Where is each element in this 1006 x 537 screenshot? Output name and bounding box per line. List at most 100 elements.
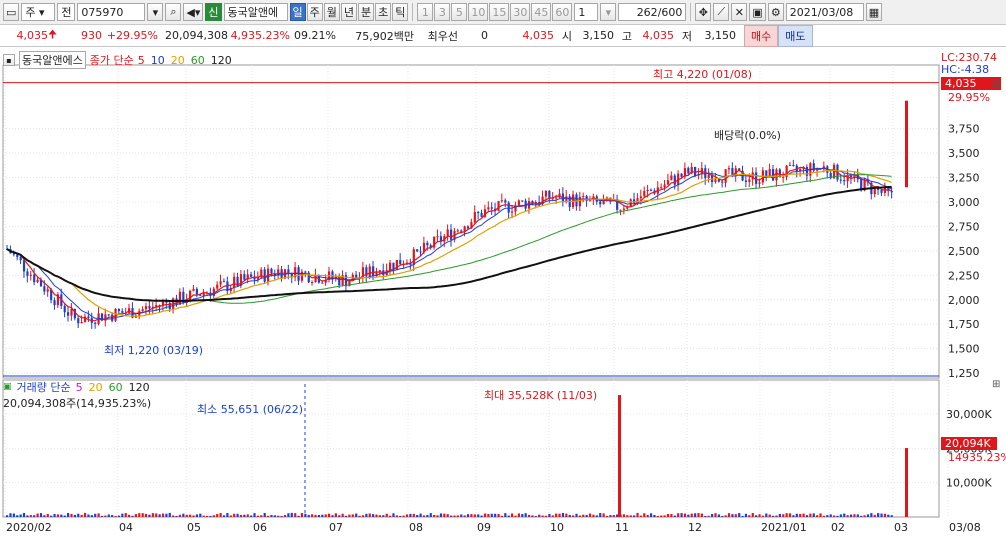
calendar-icon[interactable]: ▦ <box>865 3 883 21</box>
period-button-2[interactable]: 월 <box>323 3 340 21</box>
candle-body <box>141 309 144 312</box>
candle-body <box>680 173 683 177</box>
candle-body <box>673 175 676 185</box>
volume-bar <box>826 515 829 517</box>
volume-bar <box>568 514 571 517</box>
candle-body <box>195 288 199 295</box>
period-button-1[interactable]: 주 <box>306 3 323 21</box>
chevron-down-icon[interactable]: ▾ <box>600 3 617 21</box>
volume-bar <box>636 512 639 517</box>
period-button-4[interactable]: 분 <box>358 3 375 21</box>
interval-button-30[interactable]: 30 <box>510 3 531 21</box>
range-field[interactable]: 262/600 <box>618 3 687 21</box>
volume-bar <box>243 514 246 517</box>
volume-bar <box>178 514 182 517</box>
chart-layout-icon[interactable]: ▭ <box>3 3 20 21</box>
period-button-6[interactable]: 틱 <box>392 3 409 21</box>
volume-bar <box>236 513 239 517</box>
stock-chart[interactable]: 3,750 3,500 3,250 3,000 2,750 2,500 2,250 2,000… <box>0 47 1006 537</box>
chevron-down-icon[interactable]: ▾ <box>147 3 164 21</box>
up-arrow-icon: 🠉 <box>48 28 58 41</box>
volume-bar <box>453 515 456 517</box>
crosshair-icon[interactable]: ✥ <box>695 3 712 21</box>
volume-bar <box>26 515 29 517</box>
interval-button-5[interactable]: 5 <box>451 3 468 21</box>
candle-body <box>460 230 463 232</box>
candle-body <box>388 262 392 271</box>
y-tick-label: 3,750 <box>948 123 980 136</box>
period-button-5[interactable]: 초 <box>375 3 392 21</box>
legend-toggle-icon[interactable]: ▪ <box>3 54 15 66</box>
volume-bar <box>439 513 443 517</box>
save-icon[interactable]: ▣ <box>749 3 766 21</box>
last-price: 4,035 <box>522 29 555 42</box>
draw-tool-icon[interactable]: ⟋ <box>713 3 730 21</box>
volume-bar <box>531 515 534 517</box>
gear-icon[interactable]: ⚙ <box>767 3 784 21</box>
volume-bar <box>710 514 714 517</box>
interval-button-45[interactable]: 45 <box>531 3 552 21</box>
chevron-down-icon[interactable]: ⊞ <box>992 79 1000 90</box>
period-button-3[interactable]: 년 <box>340 3 358 21</box>
volume-bar <box>649 513 653 517</box>
volume-bar <box>755 515 758 517</box>
sell-button[interactable]: 매도 <box>778 24 813 47</box>
volume-max-note: 최대 35,528K (11/03) <box>484 389 597 402</box>
period-buttons: 일주월년분초틱 <box>289 3 409 21</box>
volume-bar <box>582 514 585 517</box>
y-tick-label: 1,500 <box>948 343 980 356</box>
quote-bar: 4,035 🠉 930 +29.95% 20,094,308 4,935.23%… <box>0 24 1006 47</box>
candle-body <box>666 180 670 185</box>
close-icon[interactable]: ✕ <box>731 3 748 21</box>
interval-button-15[interactable]: 15 <box>489 3 510 21</box>
volume-bar <box>731 514 734 517</box>
volume-bar <box>70 513 73 517</box>
candle-body <box>670 175 673 181</box>
volume-bar <box>209 515 212 517</box>
period-button-0[interactable]: 일 <box>289 3 306 21</box>
volume-bar <box>799 513 802 517</box>
candle-body <box>507 202 510 213</box>
candle-body <box>222 281 226 283</box>
y-tick-label: 3,250 <box>948 171 980 184</box>
volume-bar <box>219 513 222 517</box>
volume-bar <box>697 513 700 517</box>
volume-bar <box>541 515 544 517</box>
candle-body <box>450 229 453 240</box>
interval-spin[interactable]: 1 <box>574 3 599 21</box>
candle-body <box>775 169 778 181</box>
volume-bar <box>555 513 558 517</box>
candle-body <box>758 182 761 184</box>
x-tick-label: 12 <box>688 521 702 534</box>
interval-button-1[interactable]: 1 <box>417 3 434 21</box>
interval-button-60[interactable]: 60 <box>552 3 573 21</box>
market-select[interactable]: 주 ▾ <box>21 3 56 21</box>
volume-bar <box>602 513 605 517</box>
stock-code-input[interactable]: 075970 <box>77 3 146 21</box>
legend-ma-120: 120 <box>210 53 232 67</box>
volume-bar <box>714 513 717 517</box>
legend-ma-20: 20 <box>170 53 185 67</box>
interval-button-3[interactable]: 3 <box>434 3 451 21</box>
volume-bar <box>161 513 165 517</box>
volume-legend-ma-60: 60 <box>108 380 123 394</box>
candle-body <box>63 305 66 313</box>
date-field[interactable]: 2021/03/08 <box>785 3 864 21</box>
volume-bar <box>158 514 161 517</box>
speaker-icon[interactable]: ◀▾ <box>183 3 204 21</box>
y-tick-label: 2,500 <box>948 245 980 258</box>
volume-bar <box>33 515 36 517</box>
volume-bar <box>744 513 748 517</box>
volume-bar <box>544 515 548 517</box>
chevron-down-icon[interactable]: ⊞ <box>992 379 1000 390</box>
volume-bar <box>778 513 781 517</box>
search-icon[interactable]: ⌕ <box>165 3 182 21</box>
buy-button[interactable]: 매수 <box>744 24 779 47</box>
volume-bar <box>39 513 43 517</box>
volume-bar <box>497 514 500 517</box>
interval-button-10[interactable]: 10 <box>468 3 489 21</box>
candle-body <box>497 200 500 211</box>
volume-bar <box>612 514 615 517</box>
volume-bar <box>592 514 595 517</box>
volume-bar <box>792 515 795 517</box>
